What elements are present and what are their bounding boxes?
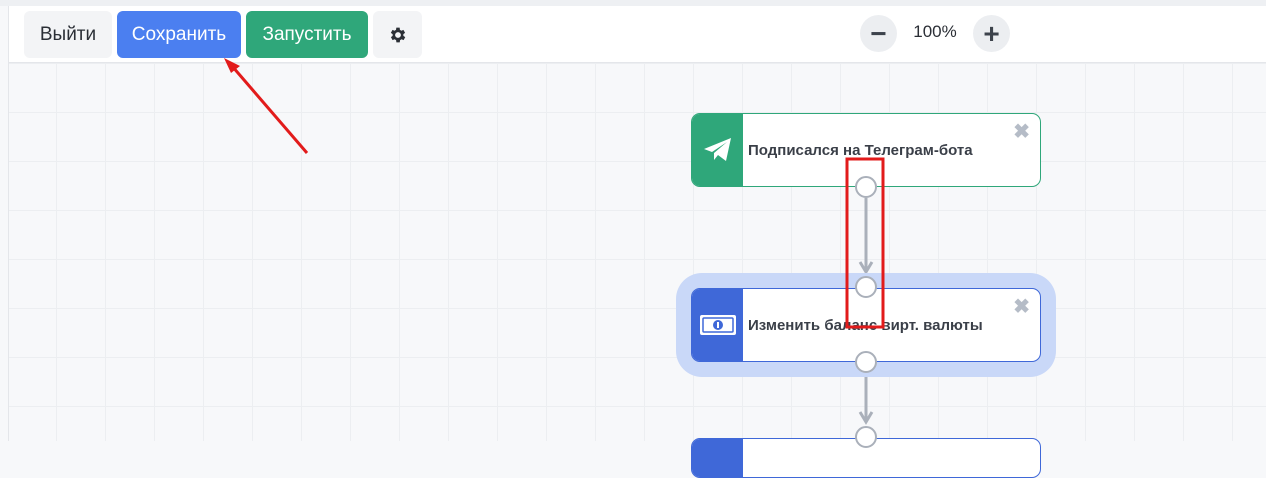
exit-button[interactable]: Выйти <box>24 11 112 58</box>
input-port[interactable] <box>855 276 877 298</box>
zoom-out-button[interactable]: − <box>860 15 897 52</box>
node-icon-area <box>692 439 743 477</box>
node-title: Подписался на Телеграм-бота <box>748 142 973 159</box>
save-button[interactable]: Сохранить <box>117 11 241 58</box>
run-button[interactable]: Запустить <box>246 11 368 58</box>
flow-canvas[interactable] <box>8 63 1266 441</box>
zoom-level: 100% <box>913 22 957 41</box>
settings-button[interactable] <box>373 11 422 58</box>
node-icon-area <box>692 114 743 186</box>
money-icon <box>699 315 736 335</box>
zoom-in-button[interactable]: + <box>973 15 1010 52</box>
output-port[interactable] <box>855 176 877 198</box>
close-icon[interactable]: ✖ <box>1013 297 1030 317</box>
output-port[interactable] <box>855 351 877 373</box>
node-icon-area <box>692 289 743 361</box>
close-icon[interactable]: ✖ <box>1013 122 1030 142</box>
gear-icon <box>390 27 405 42</box>
telegram-icon <box>703 138 731 161</box>
input-port[interactable] <box>855 426 877 448</box>
